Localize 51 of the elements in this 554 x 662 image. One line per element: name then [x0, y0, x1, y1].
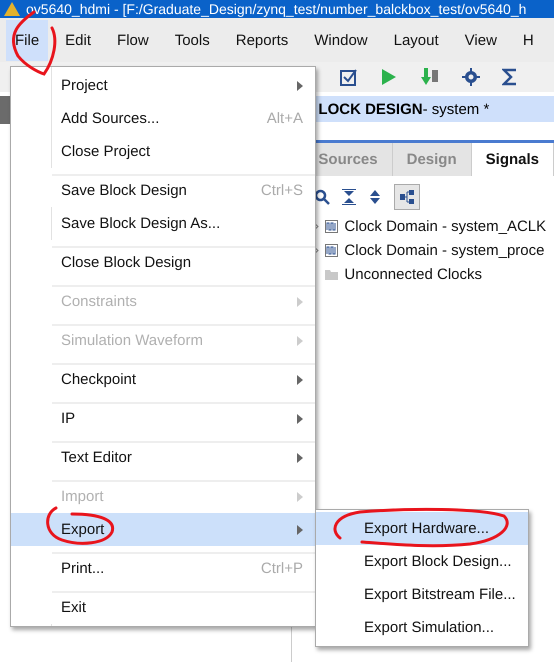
menu-item[interactable]: H [514, 20, 543, 60]
menu-option[interactable]: IP [11, 396, 315, 435]
submenu-arrow-icon [297, 80, 303, 90]
menu-option[interactable]: Export Bitstream File... [316, 578, 528, 611]
submenu-arrow-icon [297, 492, 303, 502]
collapse-all-icon[interactable] [342, 189, 356, 205]
validate-icon[interactable] [340, 68, 358, 86]
menu-option[interactable]: Add Sources... Alt+A [11, 102, 315, 135]
panel-title: LOCK DESIGN [318, 100, 423, 118]
clock-wave-icon [325, 244, 338, 257]
menu-option[interactable]: Print... Ctrl+P [11, 546, 315, 585]
menu-option[interactable]: Text Editor [11, 435, 315, 474]
menu-item[interactable]: Flow [108, 20, 158, 60]
menu-item[interactable]: Tools [166, 20, 219, 60]
menu-option[interactable]: Checkpoint [11, 357, 315, 396]
tree-item[interactable]: Unconnected Clocks [344, 266, 482, 283]
menu-option[interactable]: Project [11, 69, 315, 102]
submenu-arrow-icon [297, 336, 303, 346]
menu-option[interactable]: Save Block Design As... [11, 207, 315, 240]
tree-item[interactable]: Clock Domain - system_proce [344, 242, 544, 259]
download-icon[interactable] [420, 67, 440, 87]
panel-subtitle: - system * [422, 100, 490, 118]
menu-option[interactable]: Close Block Design [11, 240, 315, 279]
settings-icon[interactable] [462, 68, 480, 86]
menu-option[interactable]: Exit [11, 585, 315, 624]
menu-item[interactable]: View [456, 20, 506, 60]
clock-wave-icon [325, 220, 338, 233]
submenu-arrow-icon [297, 452, 303, 462]
menu-option[interactable]: Save Block Design Ctrl+S [11, 168, 315, 207]
menu-option[interactable]: Export Hardware... [316, 512, 528, 545]
menu-item[interactable]: Window [305, 20, 377, 60]
menu-item[interactable]: Reports [226, 20, 298, 60]
menu-item[interactable]: Edit [56, 20, 100, 60]
app-logo-icon [4, 2, 20, 16]
window-title: ov5640_hdmi - [F:/Graduate_Design/zynq_test/number_balckbox_test/ov5640_h [26, 1, 526, 17]
folder-icon [325, 269, 338, 280]
submenu-arrow-icon [297, 524, 303, 534]
submenu-arrow-icon [297, 296, 303, 306]
submenu-arrow-icon [297, 414, 303, 424]
menu-option[interactable]: Export [11, 513, 315, 546]
sum-icon[interactable] [502, 68, 518, 86]
tree-item[interactable]: Clock Domain - system_ACLK [344, 218, 546, 235]
menu-item[interactable]: Layout [384, 20, 448, 60]
menu-item[interactable]: File [6, 20, 48, 60]
expand-all-icon[interactable] [368, 189, 382, 205]
search-icon[interactable] [314, 189, 330, 205]
hierarchy-icon[interactable] [394, 184, 420, 210]
submenu-arrow-icon [297, 374, 303, 384]
menu-option[interactable]: Export Block Design... [316, 545, 528, 578]
tab[interactable]: Signals [472, 143, 554, 176]
menu-option[interactable]: Export Simulation... [316, 611, 528, 644]
